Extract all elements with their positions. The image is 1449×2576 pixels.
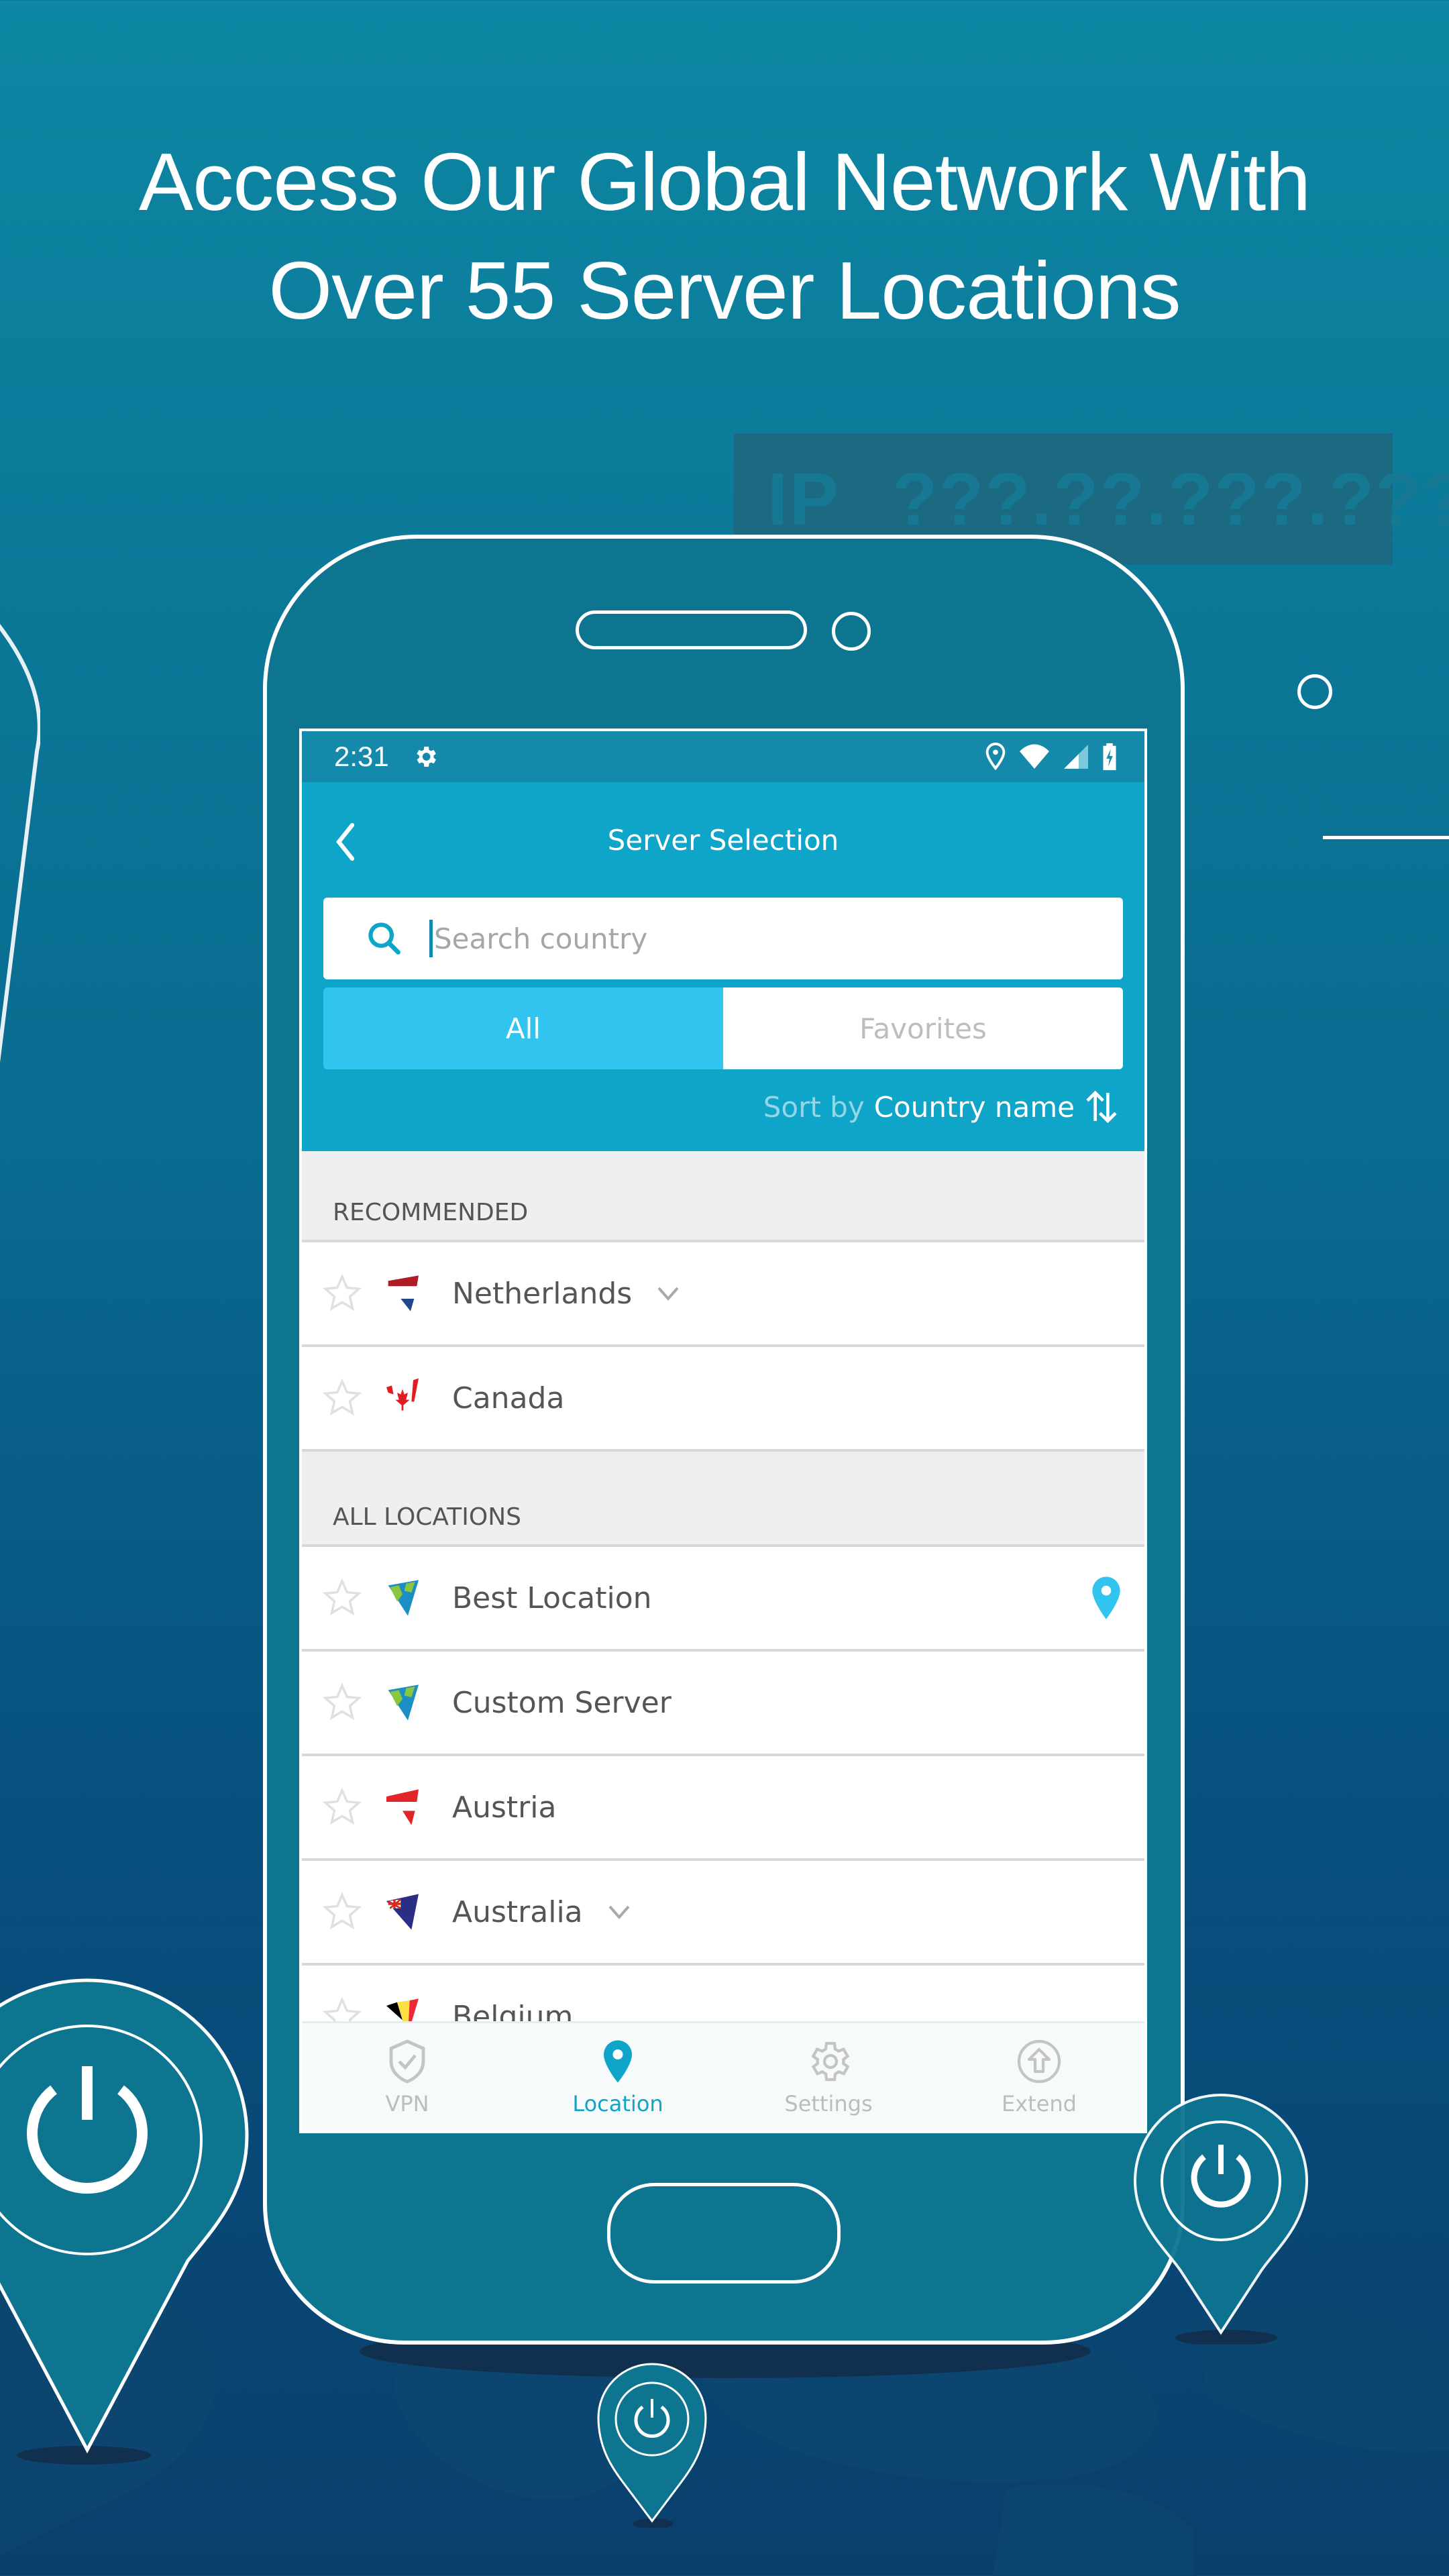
nav-location[interactable]: Location [513, 2023, 723, 2131]
battery-charging-icon [1103, 743, 1116, 771]
filter-tabs: All Favorites [323, 987, 1123, 1069]
search-icon [368, 922, 400, 955]
globe-icon [388, 1580, 419, 1616]
austria-flag-icon [386, 1789, 419, 1825]
list-item-austria[interactable]: Austria [302, 1756, 1144, 1861]
decorative-circle [1297, 674, 1332, 709]
ip-label: IP [767, 458, 840, 541]
nav-extend[interactable]: Extend [934, 2023, 1144, 2131]
status-icons [985, 743, 1118, 771]
list-item-best-location[interactable]: Best Location [302, 1547, 1144, 1652]
nav-label: Location [572, 2091, 663, 2116]
server-name: Best Location [452, 1580, 652, 1615]
favorite-star-icon[interactable] [322, 1787, 362, 1827]
sort-control[interactable]: Sort by Country name [763, 1088, 1120, 1126]
decorative-line [1323, 836, 1449, 839]
server-name: Netherlands [452, 1276, 633, 1311]
section-header-recommended: RECOMMENDED [302, 1151, 1144, 1242]
headline-line-2: Over 55 Server Locations [268, 245, 1181, 336]
decorative-curve [0, 623, 40, 1063]
netherlands-flag-icon [388, 1275, 419, 1311]
list-item-custom-server[interactable]: Custom Server [302, 1652, 1144, 1756]
server-name: Australia [452, 1894, 583, 1929]
status-bar: 2:31 [302, 731, 1144, 782]
tab-all[interactable]: All [323, 987, 723, 1069]
nav-label: Extend [1002, 2091, 1077, 2116]
favorite-star-icon[interactable] [322, 1378, 362, 1418]
decorative-power-pin-right [1133, 2093, 1309, 2345]
headline-line-1: Access Our Global Network With [138, 136, 1311, 227]
sort-value[interactable]: Country name [874, 1091, 1075, 1124]
page-title: Server Selection [607, 824, 839, 857]
favorite-star-icon[interactable] [322, 1273, 362, 1313]
tab-favorites[interactable]: Favorites [723, 987, 1123, 1069]
nav-label: Settings [784, 2091, 873, 2116]
bottom-navigation: VPN Location Settings Extend [302, 2021, 1144, 2131]
section-header-all-locations: ALL LOCATIONS [302, 1452, 1144, 1547]
phone-home-button [607, 2183, 841, 2284]
australia-flag-icon [386, 1894, 419, 1930]
search-input[interactable] [433, 921, 1039, 956]
decorative-power-pin-bottom [597, 2363, 707, 2528]
selected-location-pin-icon [1092, 1576, 1120, 1619]
sort-arrows-icon[interactable] [1083, 1088, 1120, 1126]
shield-check-icon [389, 2039, 425, 2084]
globe-icon [388, 1684, 419, 1721]
canada-flag-icon [386, 1378, 419, 1411]
phone-speaker [576, 610, 807, 649]
list-item-canada[interactable]: Canada [302, 1347, 1144, 1452]
list-item-netherlands[interactable]: Netherlands [302, 1242, 1144, 1347]
server-name: Austria [452, 1790, 557, 1825]
signal-icon [1064, 745, 1088, 769]
nav-label: VPN [385, 2091, 429, 2116]
favorite-star-icon[interactable] [322, 1892, 362, 1932]
location-icon [985, 743, 1006, 771]
chevron-down-icon[interactable] [656, 1285, 680, 1301]
status-time: 2:31 [334, 741, 389, 772]
upload-arrow-icon [1017, 2039, 1061, 2084]
ip-value: ???.??.???.??? [892, 458, 1449, 541]
sort-label: Sort by [763, 1090, 865, 1124]
nav-vpn[interactable]: VPN [302, 2023, 513, 2131]
server-name: Canada [452, 1381, 565, 1415]
phone-camera [832, 612, 871, 651]
server-list: RECOMMENDED Netherlands Canada ALL LOCAT… [302, 1151, 1144, 2070]
decorative-power-pin-left [0, 1978, 249, 2465]
chevron-down-icon[interactable] [607, 1904, 631, 1920]
search-field[interactable] [323, 898, 1123, 979]
settings-gear-icon [417, 747, 436, 767]
server-name: Custom Server [452, 1685, 672, 1720]
location-pin-icon [604, 2040, 632, 2083]
app-header: Server Selection All Favorites Sort by C… [302, 782, 1144, 1151]
favorite-star-icon[interactable] [322, 1578, 362, 1618]
favorite-star-icon[interactable] [322, 1682, 362, 1723]
wifi-icon [1020, 744, 1049, 769]
gear-icon [811, 2041, 850, 2082]
headline: Access Our Global Network With Over 55 S… [0, 127, 1449, 345]
nav-settings[interactable]: Settings [723, 2023, 934, 2131]
app-screen: 2:31 Server Selection Search country All… [299, 729, 1147, 2133]
list-item-australia[interactable]: Australia [302, 1861, 1144, 1966]
